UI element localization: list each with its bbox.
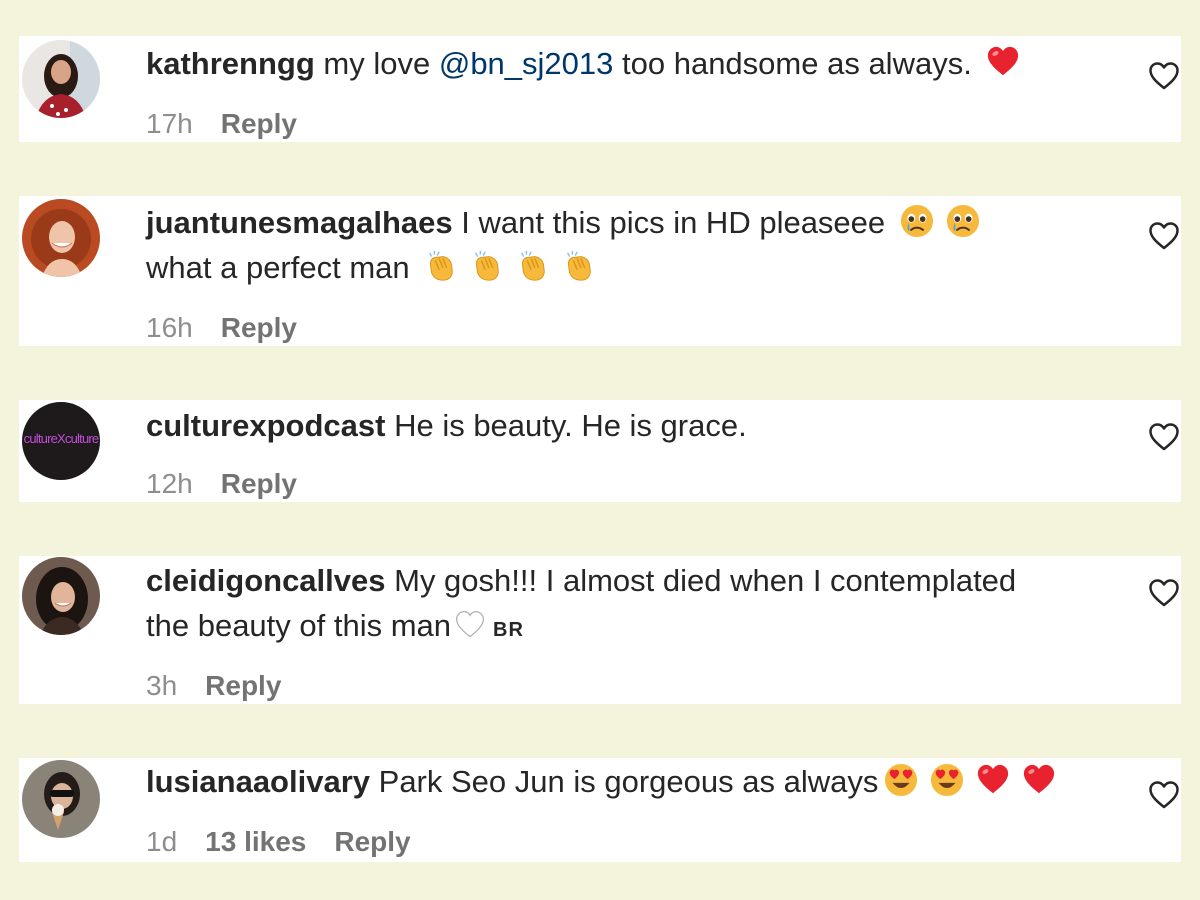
country-tag: BR: [493, 619, 524, 641]
comment-meta: 1d 13 likes Reply: [146, 826, 439, 858]
clapping-hands-icon: [516, 249, 550, 283]
pleading-tear-face-icon: [900, 204, 934, 238]
comment-meta: 3h Reply: [146, 670, 309, 702]
comment-line-2: what a perfect man: [146, 245, 1126, 290]
comment-card-cleidigoncallves: cleidigoncallves My gosh!!! I almost die…: [19, 556, 1181, 704]
red-heart-icon: [986, 45, 1020, 79]
comment-text: kathrenngg my love @bn_sj2013 too handso…: [146, 41, 1126, 86]
timestamp: 3h: [146, 670, 178, 701]
username[interactable]: kathrenngg: [146, 46, 315, 81]
avatar[interactable]: [22, 760, 100, 838]
like-heart-icon[interactable]: [1148, 221, 1180, 251]
comment-body-end: too handsome as always.: [613, 46, 972, 81]
username[interactable]: lusianaaolivary: [146, 764, 370, 799]
white-heart-icon: [455, 610, 485, 640]
reply-button[interactable]: Reply: [205, 670, 281, 701]
avatar[interactable]: [22, 40, 100, 118]
username[interactable]: culturexpodcast: [146, 408, 385, 443]
avatar[interactable]: [22, 557, 100, 635]
comment-body: My gosh!!! I almost died when I contempl…: [394, 563, 1017, 598]
comment-meta: 16h Reply: [146, 312, 325, 344]
like-heart-icon[interactable]: [1148, 780, 1180, 810]
comment-body-2: what a perfect man: [146, 250, 410, 285]
comment-line-1: juantunesmagalhaes I want this pics in H…: [146, 200, 1126, 245]
timestamp: 17h: [146, 108, 193, 139]
timestamp: 1d: [146, 826, 178, 857]
comment-card-kathrenngg: kathrenngg my love @bn_sj2013 too handso…: [19, 36, 1181, 142]
comment-card-culturexpodcast: cultureXculture culturexpodcast He is be…: [19, 400, 1181, 502]
heart-eyes-face-icon: [884, 763, 918, 797]
comment-text: lusianaaolivary Park Seo Jun is gorgeous…: [146, 759, 1126, 804]
comment-meta: 12h Reply: [146, 468, 325, 500]
comment-card-juantunesmagalhaes: juantunesmagalhaes I want this pics in H…: [19, 196, 1181, 346]
timestamp: 12h: [146, 468, 193, 499]
avatar-logo-text: cultureXculture: [23, 431, 100, 446]
like-heart-icon[interactable]: [1148, 422, 1180, 452]
likes-count[interactable]: 13 likes: [205, 826, 306, 857]
heart-eyes-face-icon: [930, 763, 964, 797]
clapping-hands-icon: [470, 249, 504, 283]
reply-button[interactable]: Reply: [221, 312, 297, 343]
comment-body-2: the beauty of this man: [146, 608, 452, 643]
red-heart-icon: [976, 763, 1010, 797]
reply-button[interactable]: Reply: [221, 468, 297, 499]
clapping-hands-icon: [562, 249, 596, 283]
comment-text: culturexpodcast He is beauty. He is grac…: [146, 403, 1126, 448]
timestamp: 16h: [146, 312, 193, 343]
comment-line-2: the beauty of this man BR: [146, 603, 1126, 653]
avatar[interactable]: [22, 199, 100, 277]
comment-card-lusianaaolivary: lusianaaolivary Park Seo Jun is gorgeous…: [19, 758, 1181, 862]
comment-body: He is beauty. He is grace.: [394, 408, 747, 443]
username[interactable]: cleidigoncallves: [146, 563, 386, 598]
avatar[interactable]: cultureXculture: [22, 402, 100, 480]
like-heart-icon[interactable]: [1148, 61, 1180, 91]
mention-link-text[interactable]: @bn_sj2013: [439, 46, 614, 81]
comment-meta: 17h Reply: [146, 108, 325, 140]
like-heart-icon[interactable]: [1148, 578, 1180, 608]
comment-body: I want this pics in HD pleaseee: [461, 205, 886, 240]
comment-text: juantunesmagalhaes I want this pics in H…: [146, 200, 1126, 290]
pleading-tear-face-icon: [946, 204, 980, 238]
comment-text: cleidigoncallves My gosh!!! I almost die…: [146, 558, 1126, 653]
comment-body: Park Seo Jun is gorgeous as always: [378, 764, 879, 799]
reply-button[interactable]: Reply: [334, 826, 410, 857]
comment-body: my love: [323, 46, 439, 81]
username[interactable]: juantunesmagalhaes: [146, 205, 453, 240]
red-heart-icon: [1022, 763, 1056, 797]
clapping-hands-icon: [424, 249, 458, 283]
reply-button[interactable]: Reply: [221, 108, 297, 139]
comment-line-1: cleidigoncallves My gosh!!! I almost die…: [146, 558, 1126, 603]
